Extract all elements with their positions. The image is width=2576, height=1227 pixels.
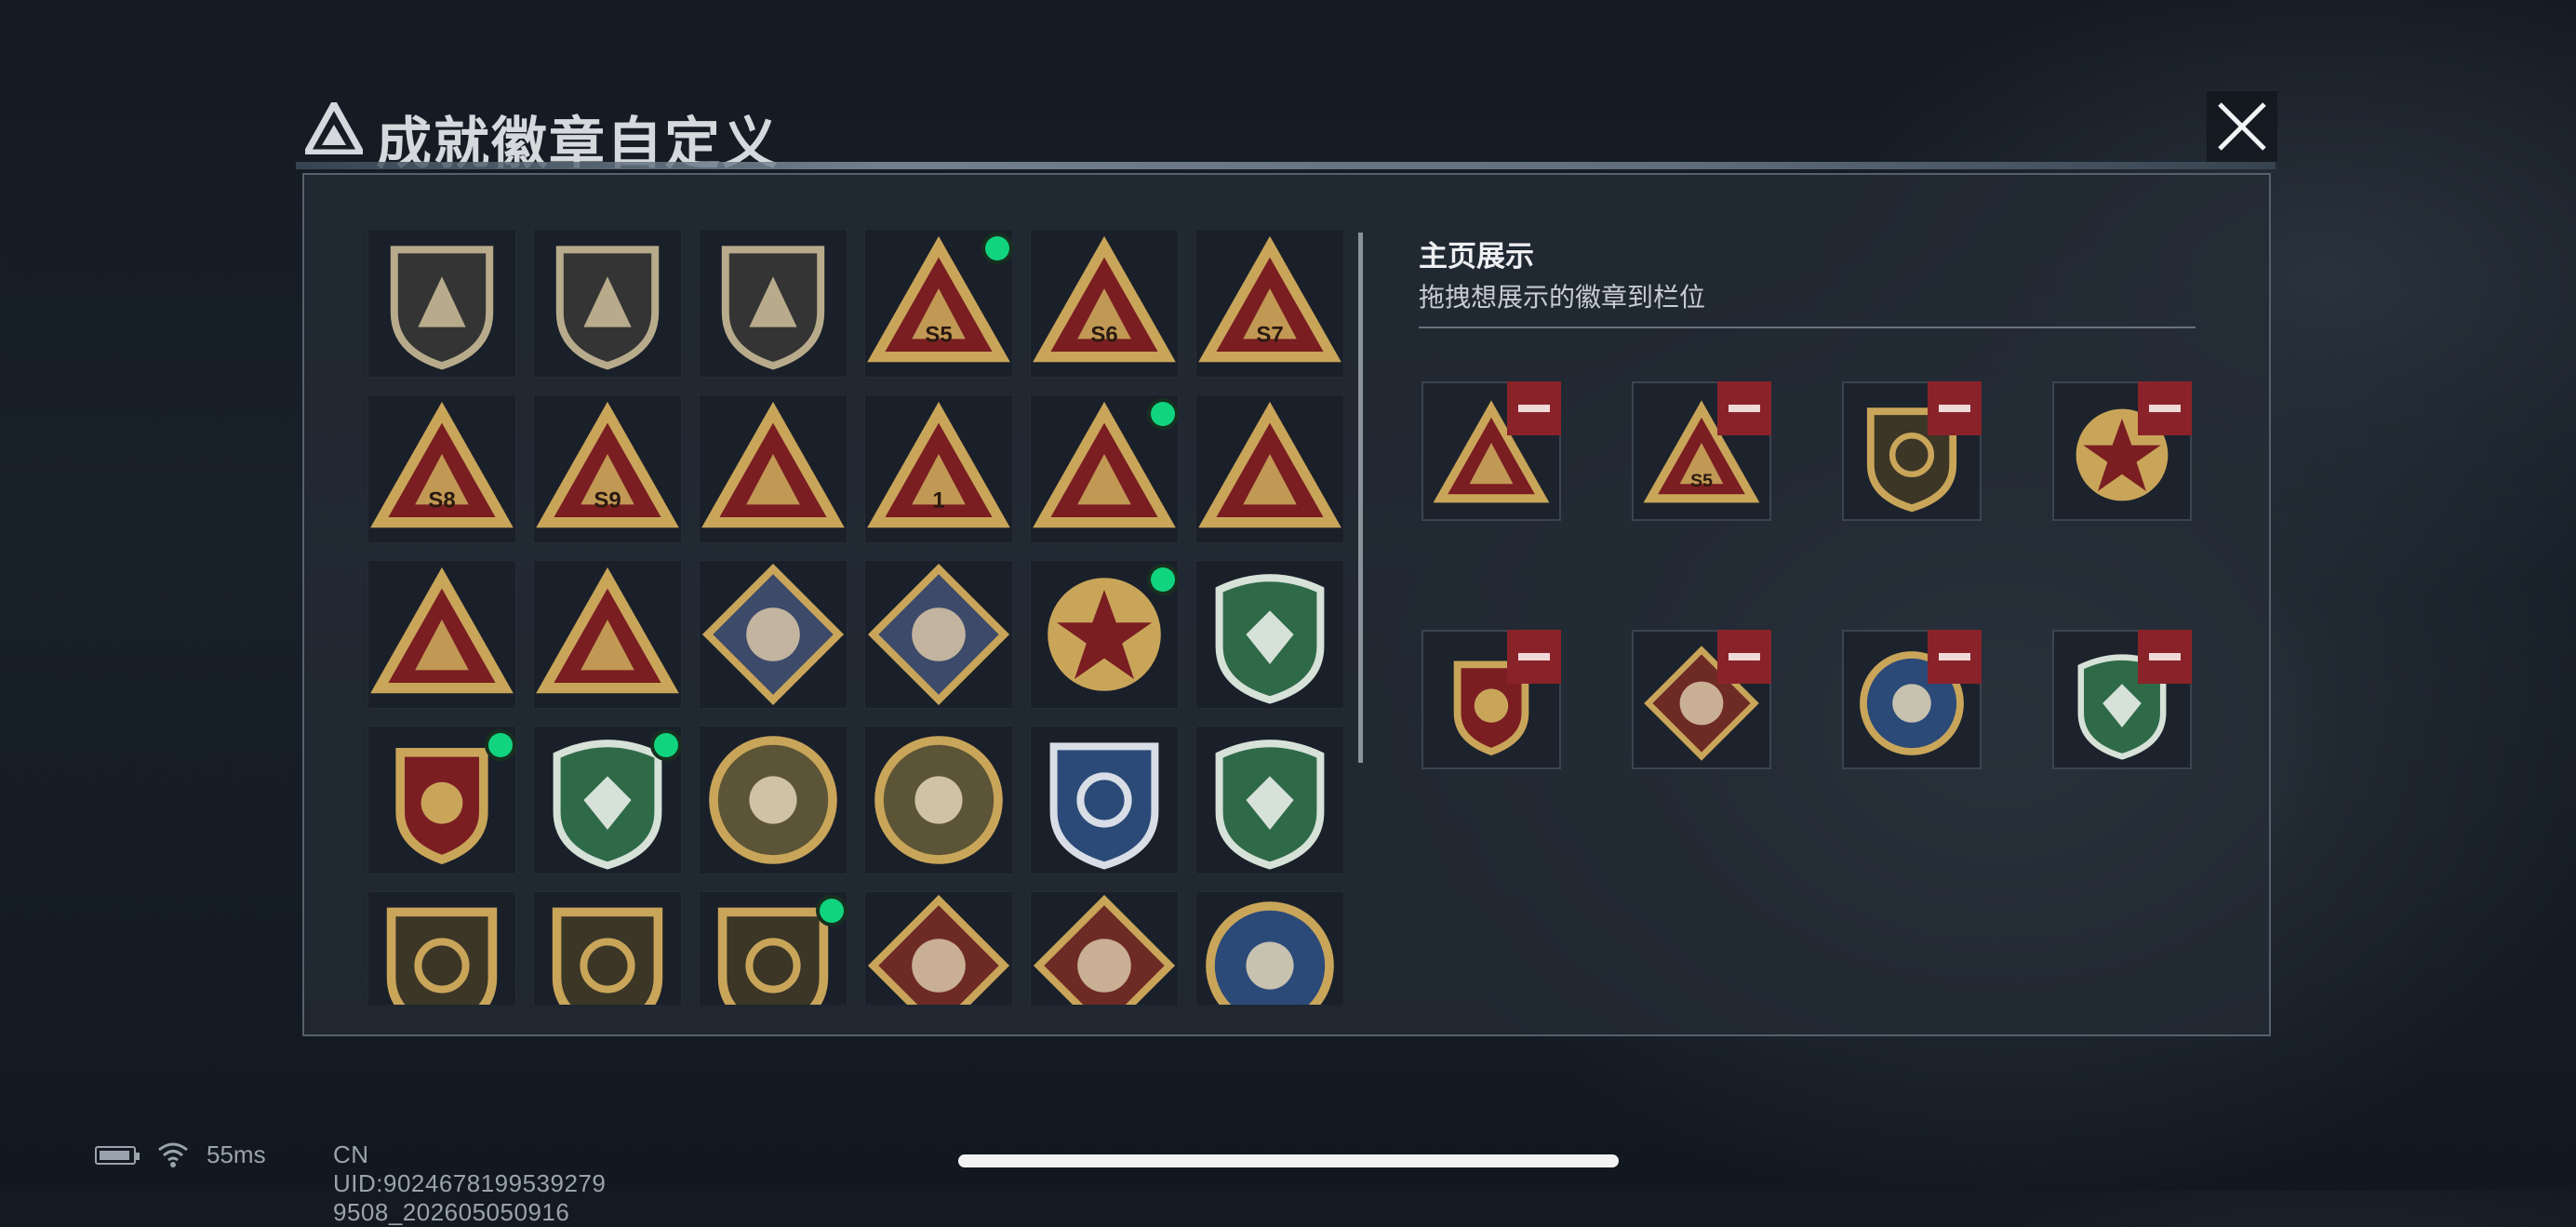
showcase-divider — [1419, 327, 2196, 328]
badge-cell[interactable]: S6 — [1030, 229, 1179, 378]
badge-cell[interactable] — [699, 229, 848, 378]
badge-cell[interactable] — [699, 726, 848, 874]
badge-cell[interactable] — [1195, 560, 1344, 709]
showcase-subtitle: 拖拽想展示的徽章到栏位 — [1419, 283, 1706, 312]
badge-cell[interactable]: S8 — [367, 394, 516, 543]
svg-text:S6: S6 — [1090, 323, 1117, 348]
new-indicator-dot — [488, 733, 513, 757]
remove-badge-button[interactable] — [2138, 630, 2192, 684]
remove-badge-button[interactable] — [2138, 381, 2192, 435]
svg-text:S5: S5 — [925, 323, 952, 348]
showcase-slot[interactable] — [1421, 381, 1561, 521]
badge-cell[interactable] — [1030, 560, 1179, 709]
svg-text:S5: S5 — [1690, 471, 1713, 491]
badge-cell[interactable] — [864, 726, 1013, 874]
showcase-slot[interactable]: S5 — [1632, 381, 1771, 521]
badge-cell[interactable] — [1030, 891, 1179, 1005]
badge-cell[interactable] — [699, 394, 848, 543]
badge-cell[interactable] — [699, 891, 848, 1005]
badge-cell[interactable]: S9 — [533, 394, 682, 543]
showcase-slot[interactable] — [2052, 381, 2192, 521]
uid-text: CN UID:9024678199539279 9508_20260505091… — [333, 1140, 607, 1226]
battery-icon — [95, 1146, 140, 1165]
svg-text:S8: S8 — [428, 488, 455, 513]
remove-badge-button[interactable] — [1717, 381, 1771, 435]
badge-cell[interactable] — [864, 891, 1013, 1005]
badge-cell[interactable]: 1 — [864, 394, 1013, 543]
wifi-icon — [158, 1142, 188, 1167]
new-indicator-dot — [985, 236, 1009, 260]
svg-text:1: 1 — [932, 488, 944, 513]
badge-cell[interactable] — [367, 229, 516, 378]
badge-cell[interactable] — [533, 891, 682, 1005]
new-indicator-dot — [1151, 402, 1175, 426]
badge-cell[interactable] — [533, 560, 682, 709]
badge-cell[interactable]: S7 — [1195, 229, 1344, 378]
badge-cell[interactable]: S5 — [864, 229, 1013, 378]
ping-text: 55ms — [207, 1140, 266, 1168]
svg-text:S7: S7 — [1256, 323, 1283, 348]
remove-badge-button[interactable] — [1507, 630, 1561, 684]
showcase-title: 主页展示 — [1419, 240, 1534, 273]
badge-cell[interactable] — [533, 229, 682, 378]
badge-cell[interactable] — [1195, 726, 1344, 874]
remove-badge-button[interactable] — [1928, 381, 1982, 435]
badge-cell[interactable] — [1195, 891, 1344, 1005]
title-divider — [296, 162, 2276, 169]
svg-text:S9: S9 — [594, 488, 621, 513]
badge-cell[interactable] — [1030, 726, 1179, 874]
grid-scrollbar[interactable] — [1358, 233, 1363, 763]
triangle-mountain-logo-icon — [305, 102, 363, 154]
badge-cell[interactable] — [533, 726, 682, 874]
badge-cell[interactable] — [1195, 394, 1344, 543]
badge-cell[interactable] — [699, 560, 848, 709]
showcase-slot[interactable] — [1842, 381, 1982, 521]
remove-badge-button[interactable] — [1717, 630, 1771, 684]
showcase-slot[interactable] — [1842, 630, 1982, 769]
new-indicator-dot — [1151, 567, 1175, 592]
new-indicator-dot — [654, 733, 678, 757]
title-bar: 成就徽章自定义 — [296, 91, 2276, 175]
showcase-slot[interactable] — [1632, 630, 1771, 769]
new-indicator-dot — [820, 899, 844, 923]
badge-cell[interactable] — [367, 726, 516, 874]
remove-badge-button[interactable] — [1507, 381, 1561, 435]
badge-cell[interactable] — [367, 560, 516, 709]
showcase-slot[interactable] — [1421, 630, 1561, 769]
home-indicator[interactable] — [958, 1154, 1619, 1167]
badge-grid[interactable]: S5 S6 S7 S8 S9 1 — [367, 229, 1344, 1005]
remove-badge-button[interactable] — [1928, 630, 1982, 684]
showcase-slot[interactable] — [2052, 630, 2192, 769]
badge-cell[interactable] — [864, 560, 1013, 709]
badge-cell[interactable] — [367, 891, 516, 1005]
close-button[interactable] — [2207, 91, 2277, 162]
badge-cell[interactable] — [1030, 394, 1179, 543]
